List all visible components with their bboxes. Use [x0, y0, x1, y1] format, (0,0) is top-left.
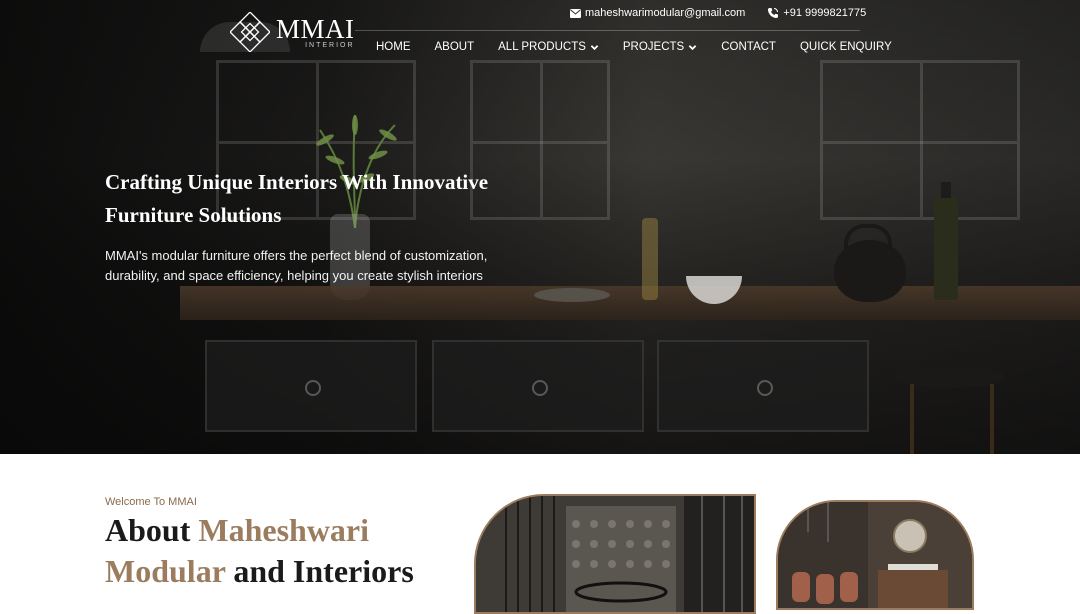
- site-logo[interactable]: MMAI INTERIOR: [230, 12, 355, 52]
- nav-label: HOME: [376, 41, 411, 53]
- cabinet-drawer: [205, 340, 417, 432]
- about-kicker: Welcome To MMAI: [105, 496, 197, 508]
- hero-title: Crafting Unique Interiors With Innovativ…: [105, 170, 489, 227]
- title-accent: Modular: [105, 553, 226, 589]
- hero-section: MMAI INTERIOR maheshwarimodular@gmail.co…: [0, 0, 1080, 454]
- about-title: About Maheshwari Modular and Interiors: [105, 510, 465, 592]
- dining-photo-illustration: [778, 502, 972, 608]
- oil-bottle: [642, 218, 658, 300]
- nav-contact[interactable]: CONTACT: [721, 41, 776, 53]
- phone-link[interactable]: +91 9999821775: [767, 7, 866, 19]
- phone-icon: [768, 8, 779, 18]
- window-right: [820, 60, 1020, 220]
- header-divider: [355, 30, 860, 31]
- interior-photo-illustration: [476, 496, 754, 612]
- about-image-dining: [776, 500, 974, 610]
- nav-label: PROJECTS: [622, 41, 685, 53]
- nav-all-products[interactable]: ALL PRODUCTS: [498, 41, 599, 53]
- kettle: [834, 224, 906, 302]
- stool-leg: [910, 384, 914, 454]
- envelope-icon: [570, 8, 581, 18]
- cabinet-drawer: [432, 340, 644, 432]
- nav-projects[interactable]: PROJECTS: [623, 41, 697, 53]
- email-link[interactable]: maheshwarimodular@gmail.com: [570, 7, 745, 19]
- plate: [534, 288, 610, 302]
- nav-label: ABOUT: [434, 41, 475, 53]
- nav-about[interactable]: ABOUT: [435, 41, 475, 53]
- hero-description: MMAI's modular furniture offers the perf…: [105, 248, 488, 283]
- title-part: and Interiors: [225, 553, 414, 589]
- cabinet-drawer: [657, 340, 869, 432]
- title-accent: Maheshwari: [198, 512, 370, 548]
- nav-label: ALL PRODUCTS: [498, 41, 586, 53]
- title-part: About: [105, 512, 199, 548]
- nav-quick-enquiry[interactable]: QUICK ENQUIRY: [800, 41, 892, 53]
- chevron-down-icon: [590, 44, 599, 50]
- logo-knot-icon: [230, 12, 270, 52]
- contact-bar: maheshwarimodular@gmail.com +91 99998217…: [570, 7, 866, 19]
- wine-bottle: [934, 182, 958, 300]
- nav-label: QUICK ENQUIRY: [799, 41, 892, 53]
- nav-label: CONTACT: [721, 41, 776, 53]
- phone-text: +91 9999821775: [783, 7, 867, 19]
- chevron-down-icon: [688, 44, 697, 50]
- main-nav: HOME ABOUT ALL PRODUCTS PROJECTS CONTACT…: [376, 41, 892, 53]
- stool-leg: [990, 384, 994, 454]
- nav-home[interactable]: HOME: [376, 41, 411, 53]
- about-image-interior: [474, 494, 756, 614]
- email-text: maheshwarimodular@gmail.com: [585, 7, 746, 19]
- brand-name: MMAI: [276, 13, 355, 44]
